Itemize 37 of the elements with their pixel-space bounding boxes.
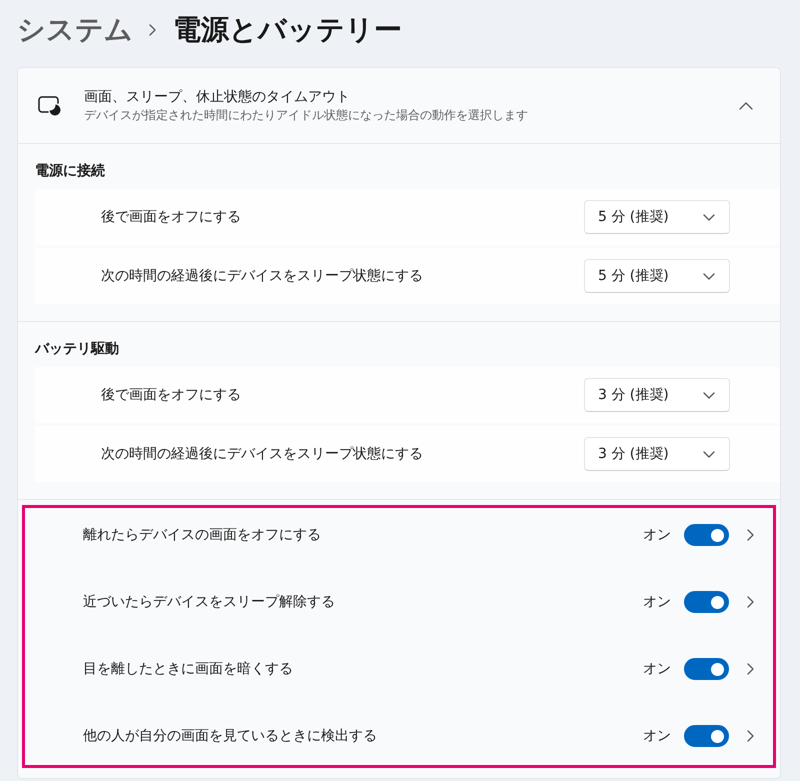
chevron-right-icon[interactable] — [747, 663, 755, 675]
breadcrumb-chevron-icon — [149, 24, 157, 36]
chevron-down-icon — [703, 392, 715, 398]
setting-label: 近づいたらデバイスをスリープ解除する — [83, 593, 336, 611]
card-subtitle: デバイスが指定された時間にわたりアイドル状態になった場合の動作を選択します — [84, 107, 529, 124]
chevron-down-icon — [703, 450, 715, 458]
timeout-dropdown[interactable]: 5 分 (推奨) — [584, 259, 730, 293]
chevron-right-icon[interactable] — [747, 529, 755, 541]
setting-label: 後で画面をオフにする — [101, 208, 242, 226]
page-title: 電源とバッテリー — [173, 12, 402, 48]
toggle-state-label: オン — [643, 660, 671, 678]
toggle-state-label: オン — [643, 526, 671, 544]
setting-label: 離れたらデバイスの画面をオフにする — [83, 526, 322, 544]
toggle-switch[interactable] — [684, 658, 729, 680]
toggle-state-label: オン — [643, 727, 671, 745]
group-heading: バッテリ駆動 — [35, 340, 119, 359]
setting-label: 後で画面をオフにする — [101, 386, 242, 404]
chevron-down-icon — [703, 272, 715, 280]
toggle-switch[interactable] — [684, 591, 729, 613]
chevron-right-icon[interactable] — [747, 596, 755, 608]
timeout-dropdown[interactable]: 3 分 (推奨) — [584, 437, 730, 471]
group-heading: 電源に接続 — [35, 162, 105, 181]
breadcrumb-link[interactable]: システム — [17, 11, 133, 49]
setting-label: 次の時間の経過後にデバイスをスリープ状態にする — [101, 445, 424, 463]
display-moon-icon — [38, 96, 61, 116]
toggle-switch[interactable] — [684, 524, 729, 546]
timeout-dropdown[interactable]: 3 分 (推奨) — [584, 378, 730, 412]
chevron-down-icon — [703, 214, 715, 220]
toggle-state-label: オン — [643, 593, 671, 611]
chevron-up-icon — [739, 102, 753, 110]
toggle-switch[interactable] — [684, 725, 729, 747]
setting-label: 次の時間の経過後にデバイスをスリープ状態にする — [101, 267, 424, 285]
setting-label: 目を離したときに画面を暗くする — [83, 660, 294, 678]
setting-label: 他の人が自分の画面を見ているときに検出する — [83, 727, 378, 745]
chevron-right-icon[interactable] — [747, 730, 755, 742]
card-title: 画面、スリープ、休止状態のタイムアウト — [84, 88, 351, 107]
timeout-dropdown[interactable]: 5 分 (推奨) — [584, 200, 730, 234]
